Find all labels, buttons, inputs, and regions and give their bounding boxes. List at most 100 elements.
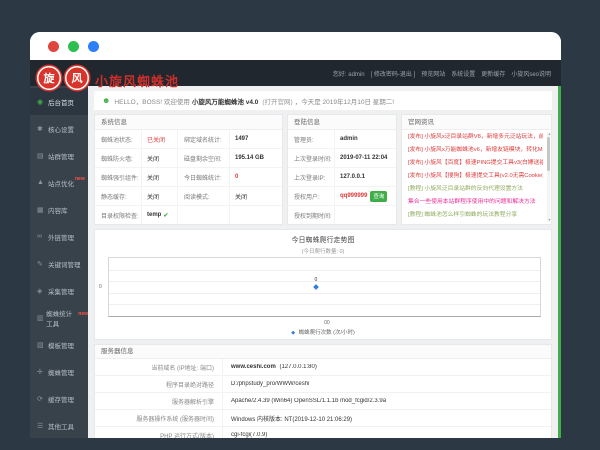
seo-help-link[interactable]: 小旋风seo说明 xyxy=(511,69,551,78)
welcome-bar: ☻ HELLO，BOSS! 欢迎使用 小旋风万能蜘蛛池 v4.0 (打开官网) … xyxy=(94,91,552,110)
login-info-row: 授权用户: qq999999 查询 xyxy=(288,187,396,206)
info-value: www.ceshi.com (127.0.0.1:80) xyxy=(223,364,551,370)
panel-title: 服务器信息 xyxy=(95,345,551,359)
info-label: 授权用户: xyxy=(288,192,334,201)
data-point-label: 0 xyxy=(314,277,317,283)
info-label xyxy=(177,206,229,224)
server-info-panel: 服务器信息 当前域名 (IP地址: 端口) www.ceshi.com (127… xyxy=(94,344,552,438)
sidebar-nav: ◉ 后台首页 ✱ 核心设置 ▤ 站群管理 ▲ 站点优化 new ▦ 内容库 ∞ … xyxy=(30,86,88,438)
scrollbar-thumb[interactable] xyxy=(547,137,550,171)
stats-icon: ▥ xyxy=(37,314,44,322)
info-value: 关闭 xyxy=(229,187,282,205)
minimize-window-button[interactable] xyxy=(68,41,79,52)
sidebar-item-content-library[interactable]: ▦ 内容库 xyxy=(30,196,88,223)
info-label: 当前域名 (IP地址: 端口) xyxy=(95,359,223,375)
product-name: 小旋风万能蜘蛛池 v4.0 xyxy=(192,96,258,106)
info-value: 127.0.0.1 xyxy=(334,168,396,186)
chart-title: 今日蜘蛛爬行走势图 xyxy=(95,235,551,245)
news-item-link[interactable]: [教程] 小旋风泛目录站群的反向代理设置方法 xyxy=(408,183,543,196)
sidebar-item-cache[interactable]: ⟳ 缓存管理 xyxy=(30,385,88,412)
sidebar-item-label: 站点优化 xyxy=(48,178,74,188)
news-item-link[interactable]: [发布] 小旋风【搜狗】极速提交工具(v2.0无需Cookie) xyxy=(408,170,543,183)
greeting-admin-text: 您好: admin xyxy=(333,69,365,78)
sidebar-item-core-settings[interactable]: ✱ 核心设置 xyxy=(30,115,88,142)
sidebar-item-collection[interactable]: ◈ 采集管理 xyxy=(30,277,88,304)
sidebar-item-spider-stats[interactable]: ▥ 蜘蛛统计工具 new xyxy=(30,304,88,331)
sidebar-item-label: 内容库 xyxy=(48,205,68,215)
info-label: 服务器解析引擎 xyxy=(95,393,223,409)
home-icon: ◉ xyxy=(37,98,46,106)
scroll-up-icon[interactable]: ▴ xyxy=(548,132,550,136)
spider-icon: ✛ xyxy=(37,368,46,376)
news-item-link[interactable]: [发布] 小旋风x万能蜘蛛池v6，新增友链模块，转化MIP模板 xyxy=(408,144,543,157)
sidebar-item-label: 蜘蛛统计工具 xyxy=(46,308,77,328)
info-label: 阅读模式: xyxy=(177,187,229,205)
preview-site-link[interactable]: 预览网站 xyxy=(421,69,445,78)
open-official-site-link[interactable]: (打开官网) xyxy=(262,96,292,106)
info-label: 蜘蛛强引组件: xyxy=(95,173,141,182)
gridline xyxy=(109,281,540,282)
info-label: 服务器操作系统 (服务器时间) xyxy=(95,410,223,426)
sidebar-item-label: 蜘蛛管理 xyxy=(48,367,74,377)
sidebar-item-site-group[interactable]: ▤ 站群管理 xyxy=(30,142,88,169)
info-value: 关闭 xyxy=(141,149,177,167)
new-badge: new xyxy=(75,176,85,182)
sidebar-item-external-links[interactable]: ∞ 外链管理 xyxy=(30,223,88,250)
server-info-row: PHP 运行方式(版本) cgi-fcgi(7.0.9) xyxy=(95,427,551,438)
sidebar-item-other-tools[interactable]: ☰ 其他工具 xyxy=(30,412,88,438)
sidebar-item-site-optimize[interactable]: ▲ 站点优化 new xyxy=(30,169,88,196)
info-value: D:/phpstudy_pro/WWW/ceshi xyxy=(223,381,551,387)
welcome-date-text: ，今天是 2019年12月10日 星期二! xyxy=(295,96,394,106)
chart-legend[interactable]: ◆ 蜘蛛爬行次数 (次/小时) xyxy=(95,328,551,336)
info-value: 2019-07-11 22:04 xyxy=(334,149,396,167)
menu-icon: ☰ xyxy=(37,422,46,430)
news-item-link[interactable]: [发布] 小旋风x泛目录站群V8，新增多元泛站玩法，前端模板升级 xyxy=(408,131,543,144)
info-label: 蜘蛛池状态: xyxy=(95,135,141,144)
server-info-row: 当前域名 (IP地址: 端口) www.ceshi.com (127.0.0.1… xyxy=(95,359,551,376)
sidebar-item-dashboard[interactable]: ◉ 后台首页 xyxy=(30,88,88,115)
news-list: [发布] 小旋风x泛目录站群V8，新增多元泛站玩法，前端模板升级 [发布] 小旋… xyxy=(402,130,551,222)
info-value xyxy=(334,206,396,224)
sidebar-item-keywords[interactable]: ✎ 关键词管理 xyxy=(30,250,88,277)
sidebar-item-label: 核心设置 xyxy=(48,124,74,134)
license-query-button[interactable]: 查询 xyxy=(370,191,387,202)
link-icon: ∞ xyxy=(37,233,46,240)
sidebar-item-label: 关键词管理 xyxy=(48,259,81,269)
panel-title: 官网资讯 xyxy=(402,115,551,130)
news-item-link[interactable]: [发布] 小旋风【百度】极速PING提交工具v3(白嫖送福利) xyxy=(408,157,543,170)
smiley-icon: ☻ xyxy=(102,96,110,105)
server-info-row: 服务器解析引擎 Apache/2.4.39 (Win64) OpenSSL/1.… xyxy=(95,393,551,410)
refresh-cache-link[interactable]: 更新缓存 xyxy=(481,69,505,78)
info-value: Windows 内核版本: NT(2019-12-10 21:06:29) xyxy=(223,414,551,423)
news-item-link[interactable]: [教程] 蜘蛛池怎么样引蜘蛛的玩法教程分享 xyxy=(408,209,543,222)
logo-seal-icon: 旋 xyxy=(37,66,61,90)
news-item-link[interactable]: 集合一些使用本站群程序使用中的问题和解决方法 xyxy=(408,196,543,209)
login-info-panel: 登陆信息 管理员: admin 上次登录时间: 2019-07-11 22:04… xyxy=(287,114,397,225)
login-info-row: 上次登录IP: 127.0.0.1 xyxy=(288,168,396,187)
server-info-row: 服务器操作系统 (服务器时间) Windows 内核版本: NT(2019-12… xyxy=(95,410,551,427)
login-info-row: 上次登录时间: 2019-07-11 22:04 xyxy=(288,149,396,168)
system-info-row: 蜘蛛强引组件: 关闭 今日蜘蛛统计: 0 xyxy=(95,168,282,187)
system-settings-link[interactable]: 系统设置 xyxy=(451,69,475,78)
gridline xyxy=(109,304,540,305)
sidebar-item-templates[interactable]: ▧ 模板管理 xyxy=(30,331,88,358)
new-badge: new xyxy=(78,311,88,317)
maximize-window-button[interactable] xyxy=(88,41,99,52)
info-value xyxy=(229,206,282,224)
system-info-row: 目录权限检查: temp ✔ xyxy=(95,206,282,225)
logo-text: 小旋风蜘蛛池 xyxy=(95,71,179,90)
spider-trend-chart-panel: 今日蜘蛛爬行走势图 (今日爬行数量: 0) 0 0 00 ◆ 蜘蛛爬行次数 (次… xyxy=(94,229,552,340)
logo-seal-icon: 风 xyxy=(65,66,89,90)
chart-subtitle: (今日爬行数量: 0) xyxy=(95,247,551,255)
sidebar-item-spider-manage[interactable]: ✛ 蜘蛛管理 xyxy=(30,358,88,385)
chart-plot-area: 0 xyxy=(108,257,541,317)
info-label: 目录权限检查: xyxy=(95,211,141,220)
template-icon: ▧ xyxy=(37,341,46,349)
close-window-button[interactable] xyxy=(48,41,59,52)
info-label: 今日蜘蛛统计: xyxy=(177,168,229,186)
scroll-down-icon[interactable]: ▾ xyxy=(548,218,550,222)
change-password-logout-link[interactable]: [ 修改密码-退出 ] xyxy=(371,69,416,78)
system-info-row: 蜘蛛防火墙: 关闭 磁盘剩余空间: 195.14 GB xyxy=(95,149,282,168)
gridline xyxy=(109,270,540,271)
server-info-row: 程序目录绝对路径 D:/phpstudy_pro/WWW/ceshi xyxy=(95,376,551,393)
